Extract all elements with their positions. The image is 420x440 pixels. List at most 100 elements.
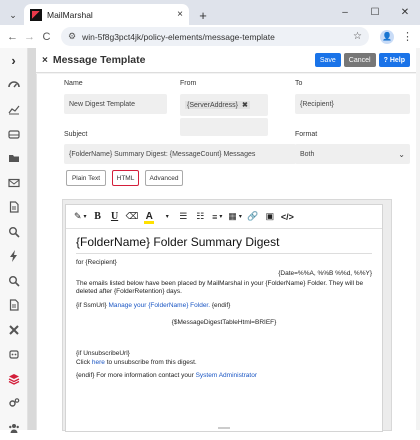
cancel-button[interactable]: Cancel [344, 53, 376, 67]
format-select[interactable]: Both ⌄ [295, 144, 410, 164]
to-label: To [295, 80, 302, 87]
profile-icon[interactable]: 👤 [380, 30, 394, 44]
minimize-icon[interactable]: – [330, 0, 360, 25]
document-icon-2[interactable] [0, 293, 27, 318]
close-window-icon[interactable]: ✕ [390, 0, 420, 25]
bold-button[interactable]: B [90, 208, 106, 226]
date-line: {Date=%%A, %%B %%d, %%Y} [76, 270, 372, 279]
sysadmin-link[interactable]: System Administrator [196, 372, 257, 379]
tab-strip: ⌄ MailMarshal × + – ☐ ✕ [0, 0, 420, 25]
reload-icon[interactable]: C [38, 31, 55, 43]
help-label: Help [390, 57, 405, 64]
digest-heading: {FolderName} Folder Summary Digest [76, 234, 372, 254]
back-icon[interactable]: ← [4, 31, 21, 43]
name-input[interactable]: New Digest Template [64, 94, 167, 114]
if-unsubscribe-token: {if UnsubscribeUrl} [76, 350, 372, 359]
page-title: Message Template [53, 54, 312, 66]
link-icon[interactable]: 🔗 [245, 208, 261, 226]
maximize-icon[interactable]: ☐ [360, 0, 390, 25]
image-icon[interactable]: ▣ [262, 208, 278, 226]
font-color-caret-icon[interactable]: ▾ [158, 208, 174, 226]
digest-table-token: {$MessageDigestTableHtml=BRIEF} [76, 319, 372, 328]
browser-menu-icon[interactable]: ⋮ [399, 30, 416, 43]
digest-body-text: The emails listed below have been placed… [76, 280, 372, 298]
window-controls: – ☐ ✕ [330, 0, 420, 25]
click-text: Click [76, 359, 90, 366]
endif-token: {endif} [212, 302, 230, 309]
unsubscribe-link[interactable]: here [92, 359, 105, 366]
subject-input[interactable]: {FolderName} Summary Digest: {MessageCou… [64, 144, 296, 164]
new-tab-icon[interactable]: + [193, 5, 213, 25]
tab-advanced[interactable]: Advanced [145, 170, 183, 186]
settings-gears-icon[interactable] [0, 391, 27, 416]
dashboard-icon[interactable] [0, 73, 27, 98]
panel-header: × Message Template Save Cancel ? Help [36, 48, 416, 73]
bullet-list-icon[interactable]: ☰ [175, 208, 191, 226]
numbered-list-icon[interactable]: ☷ [192, 208, 208, 226]
inbox-icon[interactable] [0, 122, 27, 147]
robot-icon[interactable] [0, 342, 27, 367]
message-template-panel: × Message Template Save Cancel ? Help Na… [36, 48, 416, 430]
name-label: Name [64, 80, 83, 87]
bookmark-star-icon[interactable]: ☆ [353, 31, 362, 42]
name-value: New Digest Template [69, 101, 135, 108]
collapsed-list-panel [28, 48, 36, 430]
help-icon: ? [384, 57, 388, 64]
eraser-icon[interactable]: ⌫ [124, 208, 141, 226]
chevron-down-icon: ⌄ [398, 150, 405, 159]
help-button[interactable]: ? Help [379, 53, 410, 67]
folder-icon[interactable] [0, 146, 27, 171]
forward-icon[interactable]: → [21, 31, 38, 43]
magic-style-icon[interactable]: ✎▾ [72, 208, 89, 226]
tab-plain-text[interactable]: Plain Text [66, 170, 106, 186]
nav-rail: › [0, 48, 28, 430]
policy-layers-icon[interactable] [0, 367, 27, 392]
document-icon[interactable] [0, 195, 27, 220]
app-area: › [0, 48, 420, 430]
font-color-button[interactable]: A [141, 208, 157, 226]
browser-window: ⌄ MailMarshal × + – ☐ ✕ ← → C ⚙ win-5f8g… [0, 0, 420, 430]
url-text: win-5f8g3pct4jk/policy-elements/message-… [82, 32, 353, 42]
from-chip-label: {ServerAddress} [187, 102, 238, 109]
search-icon[interactable] [0, 220, 27, 245]
tab-title: MailMarshal [47, 10, 177, 20]
from-label: From [180, 80, 196, 87]
tools-icon[interactable] [0, 318, 27, 343]
code-view-icon[interactable]: </> [279, 208, 296, 226]
search-icon-2[interactable] [0, 269, 27, 294]
manage-folder-link[interactable]: Manage your {FolderName} Folder. [109, 302, 211, 309]
subject-label: Subject [64, 131, 87, 138]
table-icon[interactable]: ▦▾ [226, 208, 244, 226]
to-input[interactable]: {Recipient} [295, 94, 410, 114]
browser-tab[interactable]: MailMarshal × [24, 4, 189, 25]
lightning-icon[interactable] [0, 244, 27, 269]
reports-chart-icon[interactable] [0, 97, 27, 122]
from-input-extra[interactable] [180, 118, 268, 136]
for-recipient-line: for {Recipient} [76, 259, 372, 268]
mail-icon[interactable] [0, 171, 27, 196]
from-input[interactable]: {ServerAddress} ✖ [180, 94, 268, 116]
tab-close-icon[interactable]: × [177, 9, 183, 20]
if-ssmurl-token: {if SsmUrl} [76, 302, 107, 309]
tab-search-icon[interactable]: ⌄ [4, 5, 22, 25]
remove-chip-icon[interactable]: ✖ [242, 101, 248, 109]
users-icon[interactable] [0, 416, 27, 440]
save-button[interactable]: Save [315, 53, 341, 67]
from-chip: {ServerAddress} ✖ [185, 101, 250, 109]
unsubscribe-rest: to unsubscribe from this digest. [107, 359, 197, 366]
to-value: {Recipient} [300, 101, 334, 108]
editor-content[interactable]: {FolderName} Folder Summary Digest for {… [66, 229, 382, 391]
underline-button[interactable]: U [107, 208, 123, 226]
site-info-icon[interactable]: ⚙ [68, 31, 76, 42]
tab-html[interactable]: HTML [112, 170, 139, 186]
format-label: Format [295, 131, 317, 138]
url-field[interactable]: ⚙ win-5f8g3pct4jk/policy-elements/messag… [61, 27, 369, 46]
html-editor[interactable]: ✎▾ B U ⌫ A ▾ ☰ ☷ ≡▾ ▦▾ 🔗 ▣ </> [65, 204, 383, 432]
close-panel-icon[interactable]: × [42, 55, 48, 66]
expand-nav-icon[interactable]: › [0, 48, 27, 73]
template-form: Name New Digest Template From {ServerAdd… [36, 74, 416, 430]
editor-resize-handle[interactable] [66, 427, 382, 431]
editor-toolbar: ✎▾ B U ⌫ A ▾ ☰ ☷ ≡▾ ▦▾ 🔗 ▣ </> [66, 205, 382, 229]
align-icon[interactable]: ≡▾ [209, 208, 225, 226]
format-value: Both [300, 151, 314, 158]
